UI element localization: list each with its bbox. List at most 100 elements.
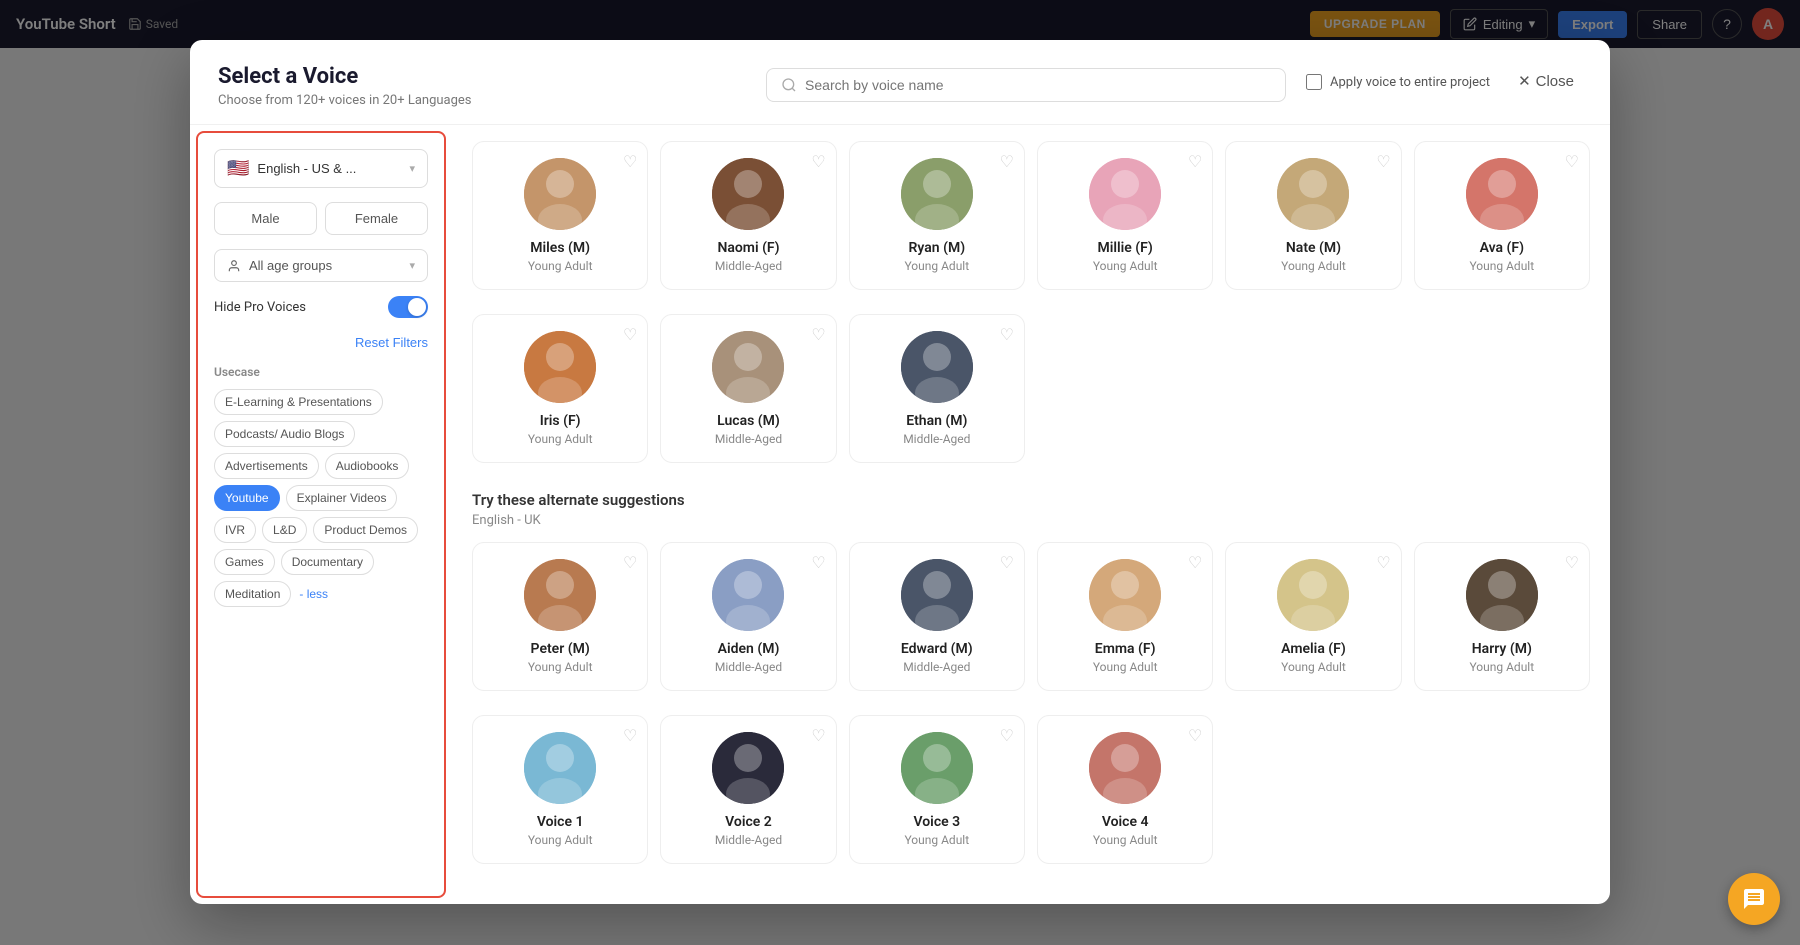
usecase-tags-container: E-Learning & Presentations Podcasts/ Audi… xyxy=(214,389,428,607)
voice-card[interactable]: ♡ Aiden (M)Middle-Aged xyxy=(660,542,836,691)
voice-card[interactable]: ♡ Voice 1Young Adult xyxy=(472,715,648,864)
modal-subtitle: Choose from 120+ voices in 20+ Languages xyxy=(218,93,746,108)
favorite-button[interactable]: ♡ xyxy=(1000,325,1014,345)
usecase-tag-advertisements[interactable]: Advertisements xyxy=(214,453,319,479)
female-filter-button[interactable]: Female xyxy=(325,202,428,235)
voice-avatar xyxy=(524,331,596,403)
age-group-select-button[interactable]: All age groups ▾ xyxy=(214,249,428,282)
voice-avatar xyxy=(1277,559,1349,631)
usecase-tag-meditation[interactable]: Meditation xyxy=(214,581,291,607)
favorite-button[interactable]: ♡ xyxy=(623,726,637,746)
chat-icon xyxy=(1742,887,1766,911)
hide-pro-label: Hide Pro Voices xyxy=(214,300,306,315)
favorite-button[interactable]: ♡ xyxy=(1565,553,1579,573)
voice-card[interactable]: ♡ Harry (M)Young Adult xyxy=(1414,542,1590,691)
voice-avatar xyxy=(524,158,596,230)
voice-card[interactable]: ♡ Ryan (M)Young Adult xyxy=(849,141,1025,290)
voice-name: Iris (F) xyxy=(540,413,581,429)
voice-avatar xyxy=(1089,559,1161,631)
voice-avatar xyxy=(524,559,596,631)
voice-card[interactable]: ♡ Miles (M)Young Adult xyxy=(472,141,648,290)
modal-header: Select a Voice Choose from 120+ voices i… xyxy=(190,40,1610,125)
usecase-tag-ivr[interactable]: IVR xyxy=(214,517,256,543)
voice-avatar xyxy=(524,732,596,804)
chat-widget[interactable] xyxy=(1728,873,1780,925)
hide-pro-toggle[interactable] xyxy=(388,296,428,318)
favorite-button[interactable]: ♡ xyxy=(1376,553,1390,573)
favorite-button[interactable]: ♡ xyxy=(811,726,825,746)
reset-filters-button[interactable]: Reset Filters xyxy=(355,335,428,350)
favorite-button[interactable]: ♡ xyxy=(1188,152,1202,172)
favorite-button[interactable]: ♡ xyxy=(1188,553,1202,573)
voice-card[interactable]: ♡ Voice 3Young Adult xyxy=(849,715,1025,864)
voice-name: Ryan (M) xyxy=(909,240,966,256)
voice-age: Young Adult xyxy=(528,432,593,446)
usecase-tag-games[interactable]: Games xyxy=(214,549,275,575)
close-button[interactable]: ✕ Close xyxy=(1510,68,1582,94)
voice-name: Aiden (M) xyxy=(718,641,780,657)
voice-age: Middle-Aged xyxy=(715,259,782,273)
voice-avatar xyxy=(712,158,784,230)
voice-avatar xyxy=(712,732,784,804)
favorite-button[interactable]: ♡ xyxy=(811,152,825,172)
favorite-button[interactable]: ♡ xyxy=(811,553,825,573)
voice-search-input[interactable] xyxy=(805,77,1271,93)
voice-card[interactable]: ♡ Lucas (M)Middle-Aged xyxy=(660,314,836,463)
usecase-tag-l-d[interactable]: L&D xyxy=(262,517,307,543)
voice-age: Young Adult xyxy=(1093,660,1158,674)
voice-avatar xyxy=(1466,158,1538,230)
age-chevron-icon: ▾ xyxy=(409,259,415,272)
usecase-tag-youtube[interactable]: Youtube xyxy=(214,485,280,511)
usecase-tag-documentary[interactable]: Documentary xyxy=(281,549,374,575)
voice-avatar xyxy=(1466,559,1538,631)
favorite-button[interactable]: ♡ xyxy=(811,325,825,345)
voice-name: Naomi (F) xyxy=(717,240,779,256)
usecase-tag-audiobooks[interactable]: Audiobooks xyxy=(325,453,410,479)
favorite-button[interactable]: ♡ xyxy=(1188,726,1202,746)
voice-age: Young Adult xyxy=(528,660,593,674)
chevron-down-icon: ▾ xyxy=(409,162,415,175)
voice-age: Young Adult xyxy=(1093,833,1158,847)
voice-card[interactable]: ♡ Amelia (F)Young Adult xyxy=(1225,542,1401,691)
apply-voice-checkbox[interactable] xyxy=(1306,74,1322,90)
language-select-button[interactable]: 🇺🇸 English - US & ... ▾ xyxy=(214,149,428,188)
voice-age: Young Adult xyxy=(1281,660,1346,674)
favorite-button[interactable]: ♡ xyxy=(1565,152,1579,172)
less-tags-button[interactable]: - less xyxy=(297,581,330,607)
flag-icon: 🇺🇸 xyxy=(227,158,249,179)
voice-name: Ava (F) xyxy=(1480,240,1524,256)
close-x-icon: ✕ xyxy=(1518,72,1531,90)
favorite-button[interactable]: ♡ xyxy=(623,553,637,573)
favorite-button[interactable]: ♡ xyxy=(1000,553,1014,573)
voice-name: Voice 2 xyxy=(725,814,772,830)
voice-card[interactable]: ♡ Ethan (M)Middle-Aged xyxy=(849,314,1025,463)
favorite-button[interactable]: ♡ xyxy=(1000,726,1014,746)
voice-age: Young Adult xyxy=(528,259,593,273)
voice-card[interactable]: ♡ Peter (M)Young Adult xyxy=(472,542,648,691)
voice-card[interactable]: ♡ Naomi (F) Middle-Aged xyxy=(660,141,836,290)
gender-filter: Male Female xyxy=(214,202,428,235)
language-label: English - US & ... xyxy=(257,161,356,176)
usecase-tag-product-demos[interactable]: Product Demos xyxy=(313,517,418,543)
usecase-tag-e-learning---presentations[interactable]: E-Learning & Presentations xyxy=(214,389,383,415)
voice-card[interactable]: ♡ Edward (M)Middle-Aged xyxy=(849,542,1025,691)
usecase-tag-explainer-videos[interactable]: Explainer Videos xyxy=(286,485,398,511)
voice-age: Middle-Aged xyxy=(903,660,970,674)
usecase-tag-podcasts--audio-blogs[interactable]: Podcasts/ Audio Blogs xyxy=(214,421,355,447)
voice-card[interactable]: ♡ Voice 2Middle-Aged xyxy=(660,715,836,864)
voice-card[interactable]: ♡ Emma (F)Young Adult xyxy=(1037,542,1213,691)
male-filter-button[interactable]: Male xyxy=(214,202,317,235)
voice-avatar xyxy=(1089,732,1161,804)
favorite-button[interactable]: ♡ xyxy=(1376,152,1390,172)
favorite-button[interactable]: ♡ xyxy=(1000,152,1014,172)
favorite-button[interactable]: ♡ xyxy=(623,152,637,172)
voice-card[interactable]: ♡ Millie (F)Young Adult xyxy=(1037,141,1213,290)
voice-card[interactable]: ♡ Nate (M)Young Adult xyxy=(1225,141,1401,290)
favorite-button[interactable]: ♡ xyxy=(623,325,637,345)
voice-card[interactable]: ♡ Ava (F)Young Adult xyxy=(1414,141,1590,290)
main-voice-grid: ♡ Miles (M)Young Adult♡ Naomi (F)Middle-… xyxy=(472,141,1590,290)
voice-name: Voice 3 xyxy=(913,814,960,830)
voice-card[interactable]: ♡ Iris (F) Young Adult xyxy=(472,314,648,463)
reset-filters-row: Reset Filters xyxy=(214,332,428,351)
voice-card[interactable]: ♡ Voice 4Young Adult xyxy=(1037,715,1213,864)
